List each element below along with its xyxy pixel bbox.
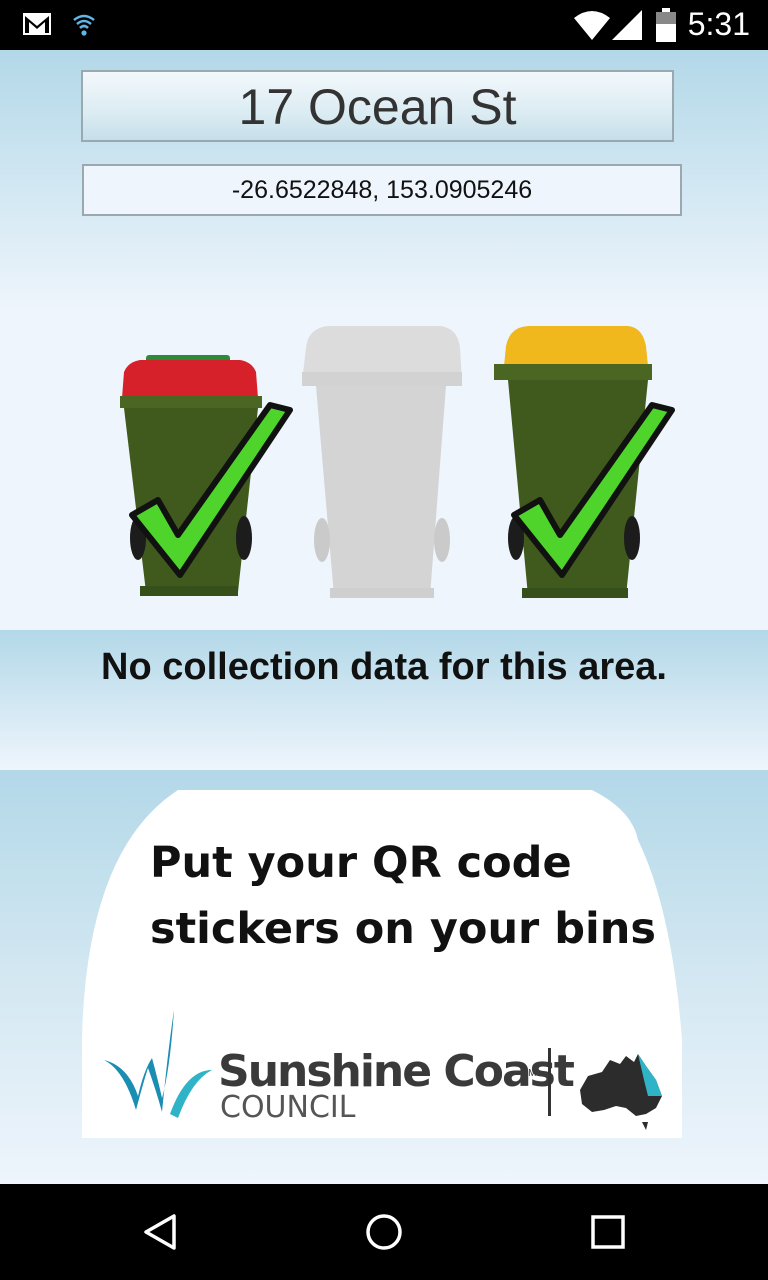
wifi-icon — [73, 14, 95, 36]
gmail-icon — [23, 13, 51, 35]
bins-illustration — [120, 326, 675, 598]
coordinates-field[interactable]: -26.6522848, 153.0905246 — [82, 164, 682, 216]
promo-text: Put your QR code stickers on your bins — [150, 830, 670, 962]
promo-line-1: Put your QR code — [150, 838, 572, 888]
status-bar: 5:31 — [0, 0, 768, 50]
home-icon[interactable] — [364, 1212, 404, 1252]
recents-icon[interactable] — [590, 1214, 626, 1250]
clock: 5:31 — [687, 6, 750, 42]
collection-status-message: No collection data for this area. — [101, 646, 667, 688]
grey-bin — [302, 326, 462, 598]
address-title[interactable]: 17 Ocean St — [81, 70, 674, 142]
back-icon[interactable] — [140, 1212, 180, 1252]
council-logo-mark-icon — [104, 1010, 212, 1118]
wifi-signal-icon — [574, 11, 610, 40]
app-content: 17 Ocean St -26.6522848, 153.0905246 No … — [0, 50, 768, 1184]
battery-icon — [656, 8, 676, 42]
logo-divider — [548, 1048, 551, 1116]
promo-line-2: stickers on your bins — [150, 904, 656, 954]
council-logo-sub: COUNCIL — [220, 1090, 356, 1125]
council-logo-tm: TM — [522, 1068, 537, 1079]
navigation-bar — [0, 1184, 768, 1280]
australia-map-icon — [580, 1054, 662, 1130]
signal-icon — [612, 10, 642, 40]
